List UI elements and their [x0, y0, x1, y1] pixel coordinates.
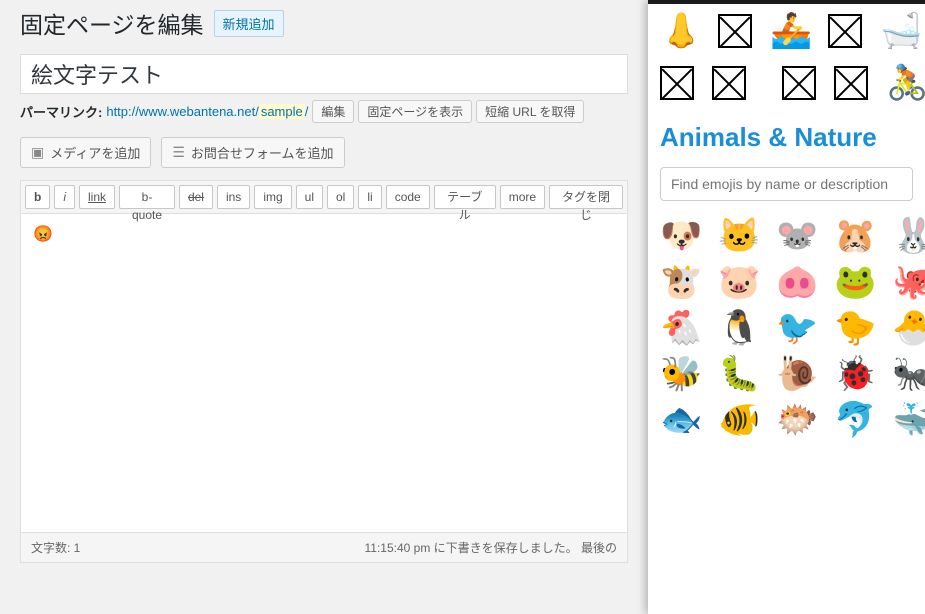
emoji-top-section: 👃🚣🛁🚴: [660, 14, 913, 106]
emoji-item[interactable]: 🐔: [660, 311, 700, 345]
permalink-base[interactable]: http://www.webantena.net/: [106, 104, 258, 119]
emoji-item[interactable]: 🐝: [660, 357, 700, 391]
permalink-row: パーマリンク: http://www.webantena.net/sample/…: [20, 100, 628, 123]
emoji-item[interactable]: 🐛: [718, 357, 758, 391]
add-new-button[interactable]: 新規追加: [214, 10, 284, 37]
emoji-item[interactable]: [834, 66, 868, 106]
permalink-url: http://www.webantena.net/sample/: [106, 104, 308, 119]
missing-glyph-icon: [718, 14, 752, 48]
emoji-item[interactable]: 🐬: [834, 403, 874, 437]
emoji-search-input[interactable]: [660, 167, 913, 201]
emoji-row: 👃🚣🛁: [660, 14, 913, 54]
emoji-row: 🐟🐠🐡🐬🐳: [660, 403, 913, 437]
bold-button[interactable]: b: [25, 185, 50, 209]
missing-glyph-icon: [660, 66, 694, 100]
emoji-item[interactable]: 🚣: [770, 14, 810, 54]
more-button[interactable]: more: [500, 185, 545, 209]
img-button[interactable]: img: [254, 185, 291, 209]
page-title: 固定ページを編集: [20, 6, 204, 40]
view-page-button[interactable]: 固定ページを表示: [358, 100, 472, 123]
emoji-item[interactable]: 🐣: [892, 311, 925, 345]
ins-button[interactable]: ins: [217, 185, 250, 209]
add-contact-form-button[interactable]: ☰ お問合せフォームを追加: [161, 137, 344, 168]
emoji-item[interactable]: 🚴: [886, 66, 925, 106]
add-form-label: お問合せフォームを追加: [191, 143, 334, 162]
add-media-button[interactable]: ▣ メディアを追加: [20, 137, 151, 168]
post-title-input[interactable]: [20, 54, 628, 94]
emoji-item[interactable]: 🛁: [880, 14, 920, 54]
missing-glyph-icon: [828, 14, 862, 48]
emoji-item[interactable]: 🐮: [660, 265, 700, 299]
emoji-row: 🐮🐷🐽🐸🐙: [660, 265, 913, 299]
permalink-edit-button[interactable]: 編集: [312, 100, 354, 123]
emoji-item[interactable]: 🐽: [776, 265, 816, 299]
li-button[interactable]: li: [358, 185, 381, 209]
missing-glyph-icon: [834, 66, 868, 100]
emoji-item[interactable]: 🐌: [776, 357, 816, 391]
add-media-label: メディアを追加: [50, 143, 140, 162]
close-tags-button[interactable]: タグを閉じ: [549, 185, 623, 209]
autosave-message: 11:15:40 pm に下書きを保存しました。 最後の: [365, 539, 618, 556]
emoji-item[interactable]: 🐸: [834, 265, 874, 299]
ol-button[interactable]: ol: [327, 185, 354, 209]
emoji-picker-panel: 👃 🚣 🛁 🚴 Animals & Nature 🐶 🐱 🐭 🐹 🐰 🐮 🐷 🐽 🐸 🐙 🐔 🐧 🐦 🐤 🐣 🐝 🐛 🐌…: [648, 0, 925, 614]
wordcount: 文字数: 1: [31, 539, 80, 556]
emoji-item[interactable]: 🐙: [892, 265, 925, 299]
page-header: 固定ページを編集 新規追加: [20, 0, 628, 40]
emoji-item[interactable]: 🐱: [718, 219, 758, 253]
permalink-label: パーマリンク:: [20, 102, 102, 121]
link-button[interactable]: link: [79, 185, 115, 209]
emoji-item[interactable]: 🐹: [834, 219, 874, 253]
ul-button[interactable]: ul: [296, 185, 323, 209]
form-icon: ☰: [172, 144, 185, 161]
emoji-item[interactable]: 🐶: [660, 219, 700, 253]
emoji-row: 🚴: [660, 66, 913, 106]
emoji-item[interactable]: 🐧: [718, 311, 758, 345]
italic-button[interactable]: i: [54, 185, 75, 209]
emoji-item[interactable]: [782, 66, 816, 106]
emoji-row: 🐔🐧🐦🐤🐣: [660, 311, 913, 345]
media-buttons-row: ▣ メディアを追加 ☰ お問合せフォームを追加: [20, 137, 628, 168]
emoji-category-heading: Animals & Nature: [660, 122, 913, 153]
emoji-item[interactable]: 🐤: [834, 311, 874, 345]
editor-pane: 固定ページを編集 新規追加 パーマリンク: http://www.webante…: [0, 0, 648, 614]
emoji-item[interactable]: [828, 14, 862, 54]
emoji-item[interactable]: [712, 66, 746, 106]
emoji-item[interactable]: 🐭: [776, 219, 816, 253]
permalink-trailing[interactable]: /: [305, 104, 309, 119]
emoji-row: 🐶🐱🐭🐹🐰: [660, 219, 913, 253]
emoji-item[interactable]: [660, 66, 694, 106]
editor-statusbar: 文字数: 1 11:15:40 pm に下書きを保存しました。 最後の: [20, 533, 628, 563]
missing-glyph-icon: [712, 66, 746, 100]
missing-glyph-icon: [782, 66, 816, 100]
text-editor-toolbar: b i link b-quote del ins img ul ol li co…: [20, 180, 628, 213]
emoji-item[interactable]: 👃: [660, 14, 700, 54]
emoji-grid: 🐶🐱🐭🐹🐰🐮🐷🐽🐸🐙🐔🐧🐦🐤🐣🐝🐛🐌🐞🐜🐟🐠🐡🐬🐳: [660, 219, 913, 437]
emoji-item[interactable]: 🐰: [892, 219, 925, 253]
camera-icon: ▣: [31, 144, 44, 161]
emoji-item[interactable]: 🐠: [718, 403, 758, 437]
emoji-item[interactable]: 🐡: [776, 403, 816, 437]
get-shorturl-button[interactable]: 短縮 URL を取得: [476, 100, 584, 123]
emoji-item[interactable]: 🐟: [660, 403, 700, 437]
post-content-textarea[interactable]: 😡: [20, 213, 628, 533]
del-button[interactable]: del: [179, 185, 213, 209]
emoji-row: 🐝🐛🐌🐞🐜: [660, 357, 913, 391]
emoji-item[interactable]: 🐳: [892, 403, 925, 437]
emoji-item[interactable]: 🐦: [776, 311, 816, 345]
table-button[interactable]: テーブル: [434, 185, 496, 209]
emoji-item[interactable]: 🐷: [718, 265, 758, 299]
code-button[interactable]: code: [386, 185, 430, 209]
emoji-item[interactable]: 🐞: [834, 357, 874, 391]
permalink-slug[interactable]: sample: [259, 104, 305, 119]
blockquote-button[interactable]: b-quote: [119, 185, 175, 209]
content-emoji: 😡: [33, 226, 53, 243]
emoji-item[interactable]: 🐜: [892, 357, 925, 391]
emoji-item[interactable]: [718, 14, 752, 54]
